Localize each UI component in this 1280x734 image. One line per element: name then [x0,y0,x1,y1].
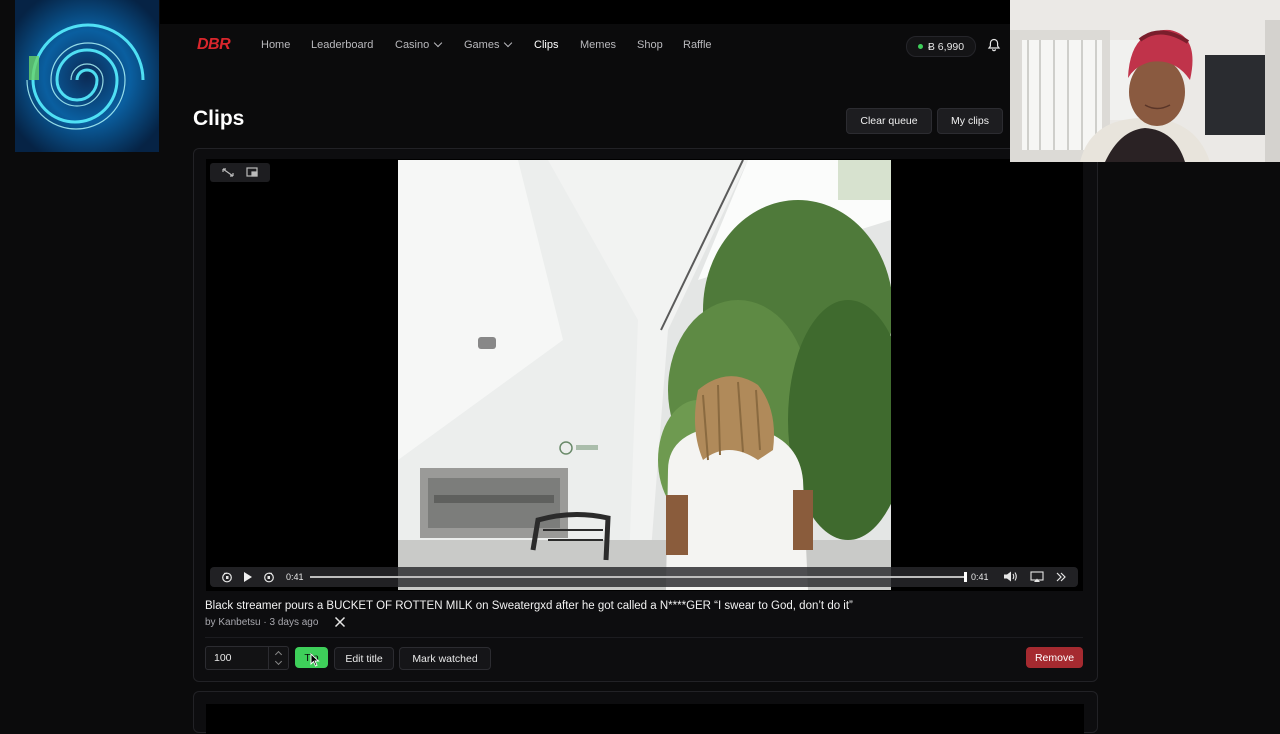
chevron-down-icon [504,38,513,48]
my-clips-button[interactable]: My clips [937,108,1003,134]
airplay-icon[interactable] [1030,571,1044,583]
mark-watched-button[interactable]: Mark watched [399,647,491,670]
skip-forward-icon[interactable] [1055,571,1067,583]
x-twitter-icon[interactable] [334,616,346,628]
picture-in-picture-icon [246,167,258,177]
video-frame[interactable] [398,160,891,590]
balance-value: Ƀ 6,990 [927,40,965,53]
chevron-down-icon [434,38,443,48]
site-logo[interactable]: DBR [197,36,231,54]
stepper-arrows[interactable] [268,647,289,669]
clip-meta: by Kanbetsu · 3 days ago [205,617,319,628]
current-time: 0:41 [286,572,304,582]
page-title: Clips [193,107,245,130]
nav-games[interactable]: Games [464,38,513,51]
mouse-cursor-icon [310,653,320,667]
online-dot-icon [917,44,923,49]
clip-title: Black streamer pours a BUCKET OF ROTTEN … [205,600,853,612]
rewind-10-icon[interactable] [221,571,233,583]
divider [205,637,1083,638]
next-clip-player[interactable] [206,704,1084,734]
volume-icon[interactable] [1003,570,1019,583]
seek-thumb[interactable] [964,572,967,582]
nav-raffle[interactable]: Raffle [683,39,712,51]
balance-badge[interactable]: Ƀ 6,990 [906,36,976,57]
nav-home[interactable]: Home [261,39,290,51]
tip-amount-stepper[interactable] [205,646,289,670]
nav-clips[interactable]: Clips [534,39,558,51]
tip-amount-input[interactable] [214,647,264,669]
nav-casino[interactable]: Casino [395,38,443,51]
expand-icon [222,168,234,177]
nav-games-label: Games [464,39,500,51]
edit-title-button[interactable]: Edit title [334,647,394,670]
remove-button[interactable]: Remove [1026,647,1083,668]
play-icon[interactable] [243,571,253,583]
duration: 0:41 [971,572,989,582]
player-corner-controls [210,163,270,182]
clear-queue-button[interactable]: Clear queue [846,108,932,134]
nav-leaderboard[interactable]: Leaderboard [311,39,373,51]
forward-10-icon[interactable] [263,571,275,583]
seek-bar[interactable] [310,576,966,578]
top-strip [160,0,1010,24]
nav-shop[interactable]: Shop [637,39,663,51]
overlay-thumbnail [15,0,159,152]
bell-icon[interactable] [987,38,1001,52]
nav-memes[interactable]: Memes [580,39,616,51]
nav-casino-label: Casino [395,39,430,51]
next-clip-card [193,691,1098,734]
chevron-down-icon[interactable] [274,657,283,666]
webcam-overlay [1010,0,1280,162]
